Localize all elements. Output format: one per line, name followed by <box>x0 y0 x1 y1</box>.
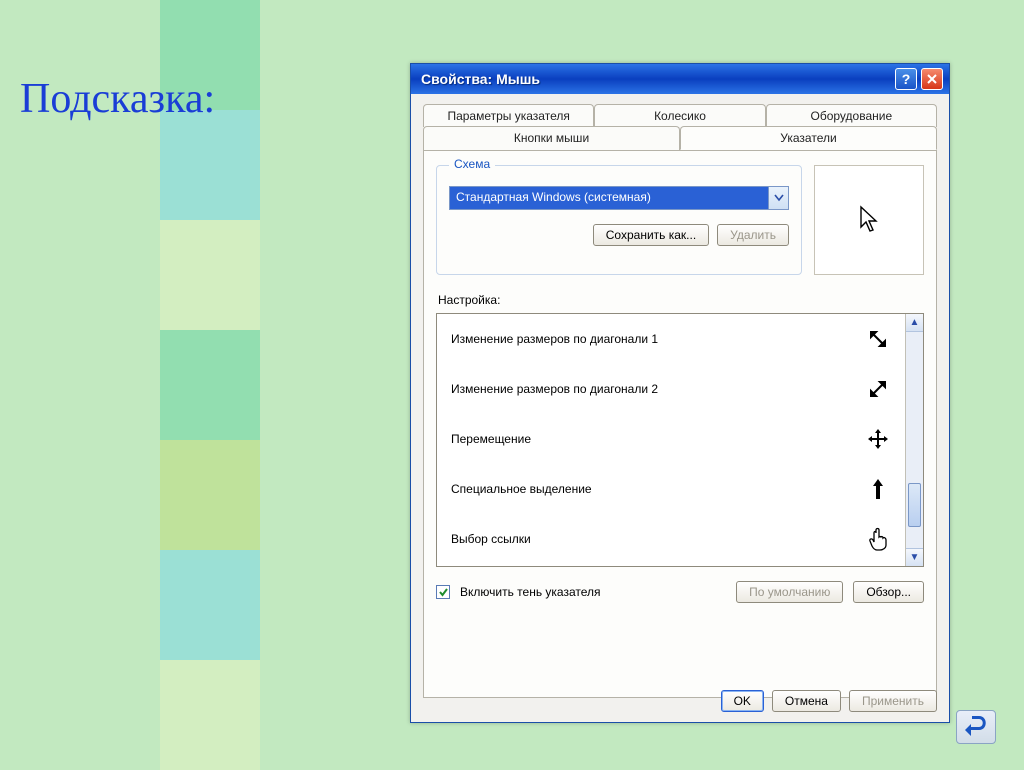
list-item[interactable]: Изменение размеров по диагонали 2 <box>437 364 905 414</box>
help-icon: ? <box>902 71 911 87</box>
arrow-cursor-icon <box>858 205 880 235</box>
cursor-item-label: Перемещение <box>451 432 531 446</box>
tab-wheel[interactable]: Колесико <box>594 104 765 127</box>
up-arrow-icon <box>865 476 891 502</box>
tab-pointer-options[interactable]: Параметры указателя <box>423 104 594 127</box>
use-default-button: По умолчанию <box>736 581 843 603</box>
customize-label: Настройка: <box>438 293 924 307</box>
slide-hint-heading: Подсказка: <box>20 75 215 123</box>
cursor-item-label: Изменение размеров по диагонали 2 <box>451 382 658 396</box>
save-as-button[interactable]: Сохранить как... <box>593 224 709 246</box>
return-button[interactable] <box>956 710 996 744</box>
list-item[interactable]: Перемещение <box>437 414 905 464</box>
chevron-down-icon <box>768 187 788 209</box>
close-icon <box>926 73 938 85</box>
cursor-item-label: Специальное выделение <box>451 482 592 496</box>
scroll-down-icon[interactable]: ▼ <box>906 548 923 566</box>
scroll-thumb[interactable] <box>908 483 921 527</box>
u-turn-icon <box>963 716 989 738</box>
apply-button: Применить <box>849 690 937 712</box>
mouse-properties-dialog: Свойства: Мышь ? Параметры указателя Кол… <box>410 63 950 723</box>
ok-button[interactable]: OK <box>721 690 764 712</box>
scheme-selected-value: Стандартная Windows (системная) <box>450 187 768 209</box>
cancel-button[interactable]: Отмена <box>772 690 841 712</box>
cursor-item-label: Выбор ссылки <box>451 532 531 546</box>
enable-shadow-checkbox[interactable] <box>436 585 450 599</box>
scroll-up-icon[interactable]: ▲ <box>906 314 923 332</box>
help-button[interactable]: ? <box>895 68 917 90</box>
window-title: Свойства: Мышь <box>421 71 891 87</box>
pointers-panel: Схема Стандартная Windows (системная) Со… <box>423 150 937 698</box>
move-icon <box>865 426 891 452</box>
scrollbar[interactable]: ▲ ▼ <box>905 314 923 566</box>
list-item[interactable]: Изменение размеров по диагонали 1 <box>437 314 905 364</box>
list-item[interactable]: Выбор ссылки <box>437 514 905 564</box>
scheme-legend: Схема <box>449 157 495 171</box>
cursor-item-label: Изменение размеров по диагонали 1 <box>451 332 658 346</box>
browse-button[interactable]: Обзор... <box>853 581 924 603</box>
check-icon <box>438 587 449 598</box>
tab-hardware[interactable]: Оборудование <box>766 104 937 127</box>
delete-button: Удалить <box>717 224 789 246</box>
tabs-front-row: Кнопки мыши Указатели <box>423 126 937 150</box>
cursor-list: Изменение размеров по диагонали 1 Измене… <box>436 313 924 567</box>
close-button[interactable] <box>921 68 943 90</box>
link-hand-icon <box>865 526 891 552</box>
scheme-combobox[interactable]: Стандартная Windows (системная) <box>449 186 789 210</box>
tab-pointers[interactable]: Указатели <box>680 126 937 150</box>
scroll-track[interactable] <box>906 332 923 548</box>
resize-nesw-icon <box>865 376 891 402</box>
tabs-back-row: Параметры указателя Колесико Оборудовани… <box>423 104 937 127</box>
tab-buttons[interactable]: Кнопки мыши <box>423 126 680 150</box>
titlebar[interactable]: Свойства: Мышь ? <box>411 64 949 94</box>
list-item[interactable]: Специальное выделение <box>437 464 905 514</box>
resize-nwse-icon <box>865 326 891 352</box>
scheme-groupbox: Схема Стандартная Windows (системная) Со… <box>436 165 802 275</box>
dialog-buttons: OK Отмена Применить <box>721 690 937 712</box>
enable-shadow-label: Включить тень указателя <box>460 585 601 599</box>
cursor-preview <box>814 165 924 275</box>
